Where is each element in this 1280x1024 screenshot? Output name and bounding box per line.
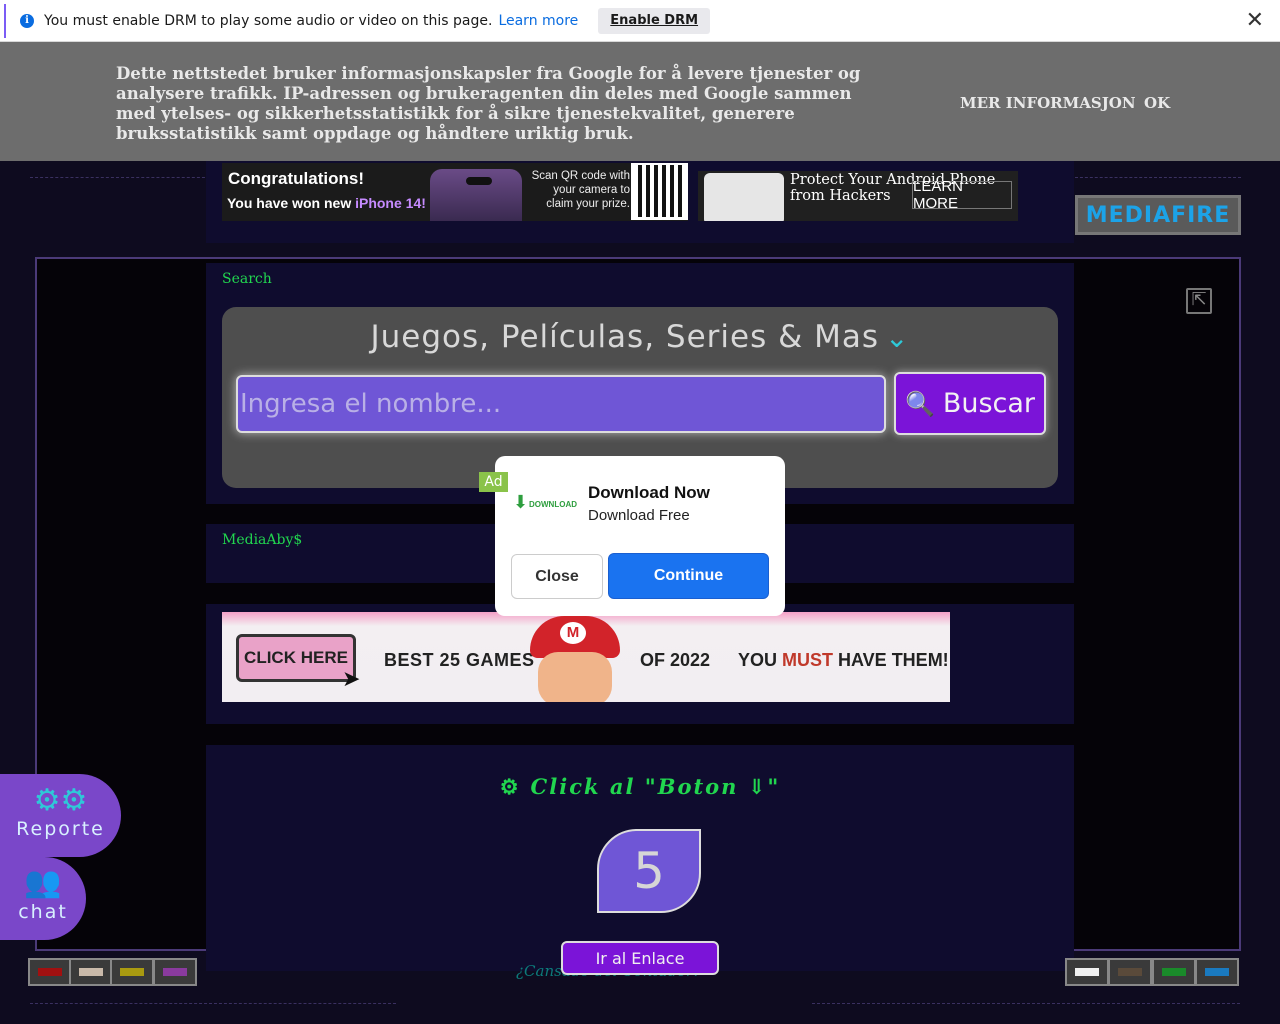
learn-more-button[interactable]: LEARN MORE <box>912 178 1012 212</box>
color-swatch[interactable] <box>110 958 154 986</box>
learn-more-link[interactable]: Learn more <box>498 13 578 29</box>
ad-headline: Congratulations! <box>228 169 364 188</box>
more-info-link[interactable]: MER INFORMASJON <box>960 94 1136 112</box>
ad-qr-text: Scan QR code with your camera to claim y… <box>531 170 630 210</box>
mediafire-logo[interactable]: MEDIAFIRE <box>1075 195 1241 235</box>
open-external-icon[interactable]: ⇱ <box>1186 288 1212 314</box>
ad-dialog: ⬇ DOWNLOAD Download Now Download Free Cl… <box>495 456 785 616</box>
info-icon: i <box>20 13 34 28</box>
search-button-label: Buscar <box>942 388 1036 419</box>
users-icon: 👥 <box>24 865 62 900</box>
phone-image <box>704 173 784 221</box>
ad-badge: Ad <box>479 472 508 492</box>
click-instruction: ⚙ Click al "Boton ⇓" <box>206 774 1074 799</box>
ad-best-text: BEST 25 GAMES <box>384 650 535 670</box>
drm-infobar: i You must enable DRM to play some audio… <box>0 0 1280 42</box>
phone-image <box>430 169 522 221</box>
close-button[interactable]: Close <box>511 554 603 599</box>
report-label: Reporte <box>16 818 105 840</box>
search-icon: 🔍 <box>904 389 935 418</box>
gears-icon: ⚙⚙ <box>33 783 88 818</box>
color-swatch[interactable] <box>1065 958 1109 986</box>
color-swatch[interactable] <box>69 958 113 986</box>
click-instruction-text: Click al "Boton ⇓" <box>530 774 781 799</box>
color-swatch[interactable] <box>28 958 72 986</box>
android-ad-banner[interactable]: Protect Your Android Phone from Hackers … <box>698 171 1018 221</box>
search-title-text: Juegos, Películas, Series & Mas <box>370 319 880 355</box>
color-swatch[interactable] <box>1195 958 1239 986</box>
color-swatch[interactable] <box>1108 958 1152 986</box>
continue-button[interactable]: Continue <box>608 553 769 599</box>
media-label: MediaAby$ <box>222 532 303 548</box>
report-button[interactable]: ⚙⚙ Reporte <box>0 774 121 857</box>
cookie-text: Dette nettstedet bruker informasjonskaps… <box>116 64 861 143</box>
color-swatch[interactable] <box>1152 958 1196 986</box>
cookie-ok-button[interactable]: OK <box>1144 94 1170 112</box>
search-title[interactable]: Juegos, Películas, Series & Mas ⌄ <box>222 319 1058 355</box>
cookie-banner: Dette nettstedet bruker informasjonskaps… <box>0 42 1280 161</box>
iphone-ad-banner[interactable]: Congratulations! You have won new iPhone… <box>222 163 688 221</box>
cursor-icon: ➤ <box>342 666 361 691</box>
qr-code-icon <box>631 163 688 220</box>
ad-year-text: OF 2022 <box>640 650 711 670</box>
ad-must-text: YOU MUST HAVE THEM! <box>738 650 949 670</box>
chat-label: chat <box>18 901 68 923</box>
download-logo: ⬇ DOWNLOAD <box>513 492 577 518</box>
games-ad-banner[interactable]: CLICK HERE ➤ BEST 25 GAMES M OF 2022 YOU… <box>222 612 950 702</box>
chevron-down-icon[interactable]: ⌄ <box>885 321 909 354</box>
close-icon[interactable]: ✕ <box>1246 8 1264 33</box>
countdown-counter: 5 <box>597 829 701 913</box>
search-input[interactable] <box>236 375 886 433</box>
dialog-title: Download Now <box>588 483 710 502</box>
click-here-button[interactable]: CLICK HERE <box>236 634 356 682</box>
go-to-link-button[interactable]: Ir al Enlace <box>561 941 719 975</box>
search-button[interactable]: 🔍 Buscar <box>894 372 1046 435</box>
search-label: Search <box>222 271 272 287</box>
gear-icon: ⚙ <box>499 774 521 799</box>
enable-drm-button[interactable]: Enable DRM <box>598 7 711 34</box>
chat-button[interactable]: 👥 chat <box>0 857 86 940</box>
dialog-subtitle: Download Free <box>588 507 690 524</box>
color-swatch[interactable] <box>153 958 197 986</box>
download-arrow-icon: ⬇ <box>513 492 529 512</box>
mario-image: M <box>526 616 624 702</box>
mediafire-logo-text: MEDIAFIRE <box>1085 202 1231 228</box>
download-logo-text: DOWNLOAD <box>529 500 577 509</box>
drm-message: You must enable DRM to play some audio o… <box>44 12 493 29</box>
infobar-accent <box>4 4 6 38</box>
ad-line: You have won new iPhone 14! <box>227 195 426 211</box>
